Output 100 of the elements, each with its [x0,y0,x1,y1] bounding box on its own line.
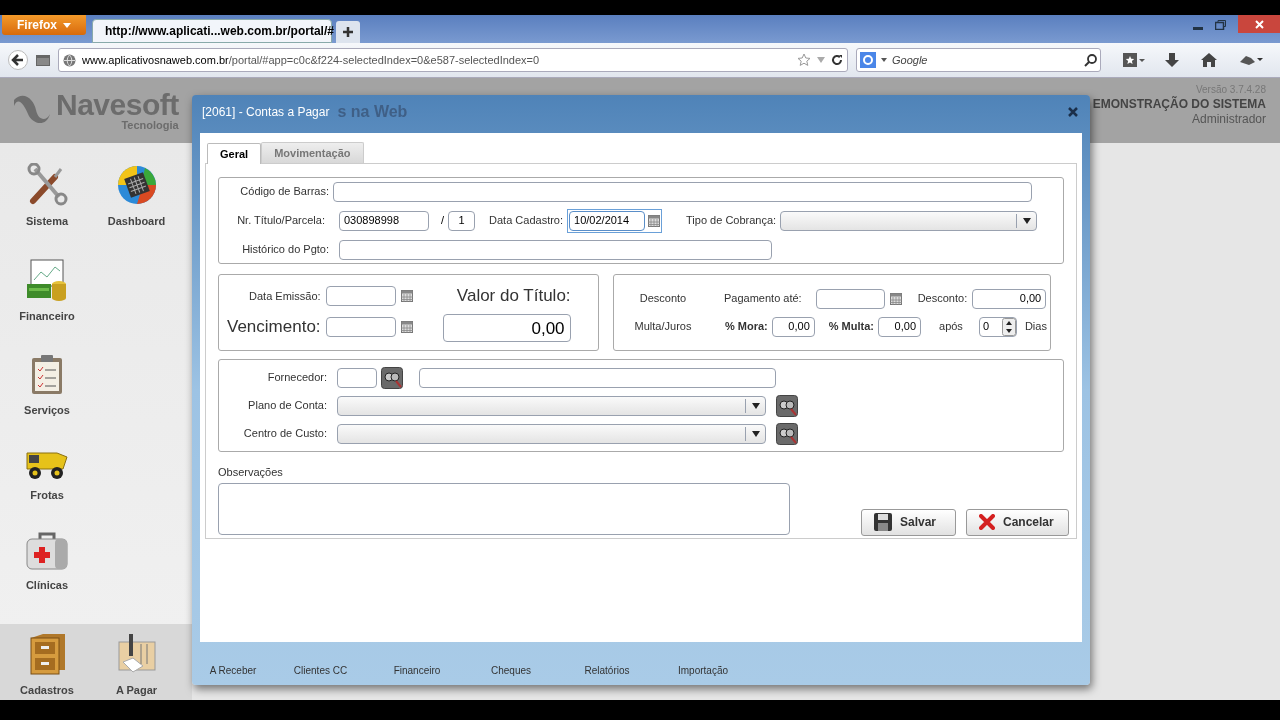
new-tab-button[interactable] [336,21,360,43]
calendar-icon[interactable] [889,292,902,305]
close-button[interactable] [1238,15,1280,33]
money-chart-icon [25,257,69,302]
dialog-title: [2061] - Contas a Pagar [202,103,330,121]
cancel-button[interactable]: Cancelar [966,508,1069,536]
date-input[interactable]: 10/02/2014 [569,210,646,231]
google-icon [860,52,876,68]
field-label: Fornecedor: [266,370,327,386]
field-label: % Mora: [725,319,768,335]
separator-text: / [441,213,445,229]
download-icon[interactable] [1165,53,1179,67]
menu-tile[interactable]: Cadastros [7,632,87,699]
caret-icon [881,58,887,62]
search-icon[interactable] [776,394,798,417]
toolbar-item[interactable]: A Receber [198,663,268,678]
calendar-icon[interactable] [400,289,413,302]
fine-input[interactable]: 0,00 [878,316,921,337]
tab[interactable]: Geral [207,143,262,164]
notes-textarea[interactable] [218,482,790,535]
menu-tile[interactable]: Clínicas [7,531,87,594]
search-icon[interactable] [381,366,403,389]
toolbar-item[interactable]: Clientes CC [268,663,373,678]
reload-icon[interactable] [831,54,843,66]
calendar-icon[interactable] [648,214,661,227]
field-label: Data Cadastro: [489,213,564,229]
restore-icon[interactable] [1215,20,1226,30]
supplier-code-input[interactable] [337,367,377,388]
save-button[interactable]: Salvar [861,508,956,536]
address-bar[interactable]: www.aplicativosnaweb.com.br/portal/#app=c0c&f224-selectedIndex=0&e587-selectedIndex=0 [58,48,848,72]
demo-notice-text: EMONSTRAÇÃO DO SISTEMA [1092,96,1266,112]
field-label: Pagamento até: [724,291,802,307]
cancel-icon [979,514,995,530]
tab[interactable]: Movimentação [261,142,364,163]
menu-tile[interactable]: A Pagar [96,632,177,699]
field-label: Nr. Título/Parcela: [236,213,325,229]
discount-input[interactable]: 0,00 [972,288,1047,309]
payment-until-input[interactable] [815,288,885,309]
field-label: Histórico do Pgto: [241,242,329,258]
close-icon[interactable] [1068,106,1078,117]
spinner-arrows-icon[interactable] [1001,317,1016,336]
star-icon[interactable] [797,53,811,67]
menu-tile[interactable]: Sistema [7,163,87,230]
globe-icon [63,53,76,67]
installment-input[interactable]: 1 [448,210,476,231]
field-label: Código de Barras: [239,184,329,200]
search-field[interactable]: Google [856,48,1101,72]
caret-icon [63,22,71,28]
due-date-input[interactable] [325,316,396,337]
date-picker[interactable]: 10/02/2014 [567,208,663,233]
browser-tab[interactable]: http://www.aplicati...web.com.br/portal/# [92,19,332,43]
toolbar-item[interactable]: Cheques [461,663,561,678]
bookmarks-icon[interactable] [1123,53,1145,67]
user-name: Administrador [1191,111,1266,127]
menu-tile[interactable]: Dashboard [96,163,177,230]
field-label: % Multa: [828,319,874,335]
search-icon[interactable] [1084,53,1097,67]
field-label: Desconto: [917,291,968,307]
plus-icon [343,27,353,37]
dropdown-arrow-icon [751,430,760,437]
toolbar-item[interactable]: Relatórios [561,663,653,678]
field-label: Data Emissão: [249,288,321,304]
toolbar-item[interactable]: Importação [653,663,753,678]
menu-tile[interactable]: Financeiro [7,257,87,324]
barcode-input[interactable] [333,181,1032,202]
cost-center-dropdown[interactable] [337,423,766,444]
dropdown-icon[interactable] [817,57,825,63]
dropdown-arrow-icon [1022,217,1031,224]
extension-icon[interactable] [1239,54,1263,66]
field-label: Tipo de Cobrança: [686,213,777,229]
menu-tile[interactable]: Frotas [7,446,87,503]
tools-icon [25,163,69,207]
toolbar-item[interactable]: Financeiro [373,663,461,678]
calendar-icon[interactable] [400,320,413,333]
field-label: Centro de Custo: [242,426,327,442]
search-icon[interactable] [776,422,798,445]
close-icon [1254,19,1264,29]
menu-tile[interactable]: Serviços [7,352,87,419]
back-icon[interactable] [8,50,28,70]
dropdown-arrow-icon [751,402,760,409]
window-icon[interactable] [36,54,50,66]
supplier-name-input[interactable] [419,367,776,388]
field-label: Plano de Conta: [247,398,327,414]
days-spinner[interactable]: 0 [978,316,1017,337]
payment-history-input[interactable] [339,239,772,260]
billing-type-dropdown[interactable] [780,210,1038,231]
home-icon[interactable] [1201,53,1217,67]
section-label: Multa/Juros [633,319,693,335]
issue-date-input[interactable] [325,285,396,306]
save-icon [874,513,892,531]
account-plan-dropdown[interactable] [337,395,766,416]
section-label: Desconto [638,291,688,307]
field-label: Dias [1024,319,1047,335]
field-label: após [939,319,963,335]
field-label: Vencimento: [227,315,321,338]
notes-label: Observações [218,465,284,480]
amount-label: Valor do Título: [456,284,571,307]
title-number-input[interactable]: 030898998 [339,210,429,231]
interest-input[interactable]: 0,00 [771,316,815,337]
amount-input[interactable]: 0,00 [442,314,571,343]
